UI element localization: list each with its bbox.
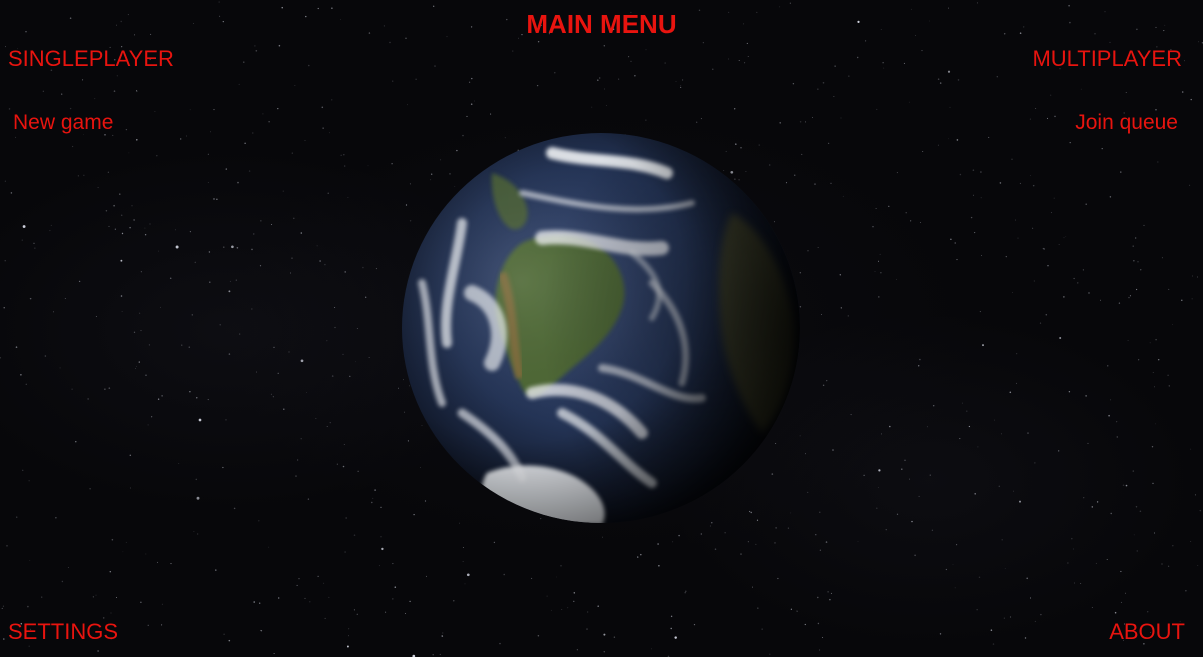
new-game-button[interactable]: New game xyxy=(13,112,113,133)
main-menu-title: MAIN MENU xyxy=(526,9,677,39)
multiplayer-heading: MULTIPLAYER xyxy=(1032,46,1182,71)
earth-globe xyxy=(402,133,800,523)
settings-button[interactable]: SETTINGS xyxy=(8,621,118,643)
join-queue-button[interactable]: Join queue xyxy=(1075,112,1178,133)
about-button[interactable]: ABOUT xyxy=(1109,621,1185,643)
main-menu-screen: MAIN MENU SINGLEPLAYER New game MULTIPLA… xyxy=(0,0,1203,657)
singleplayer-heading: SINGLEPLAYER xyxy=(8,46,174,71)
